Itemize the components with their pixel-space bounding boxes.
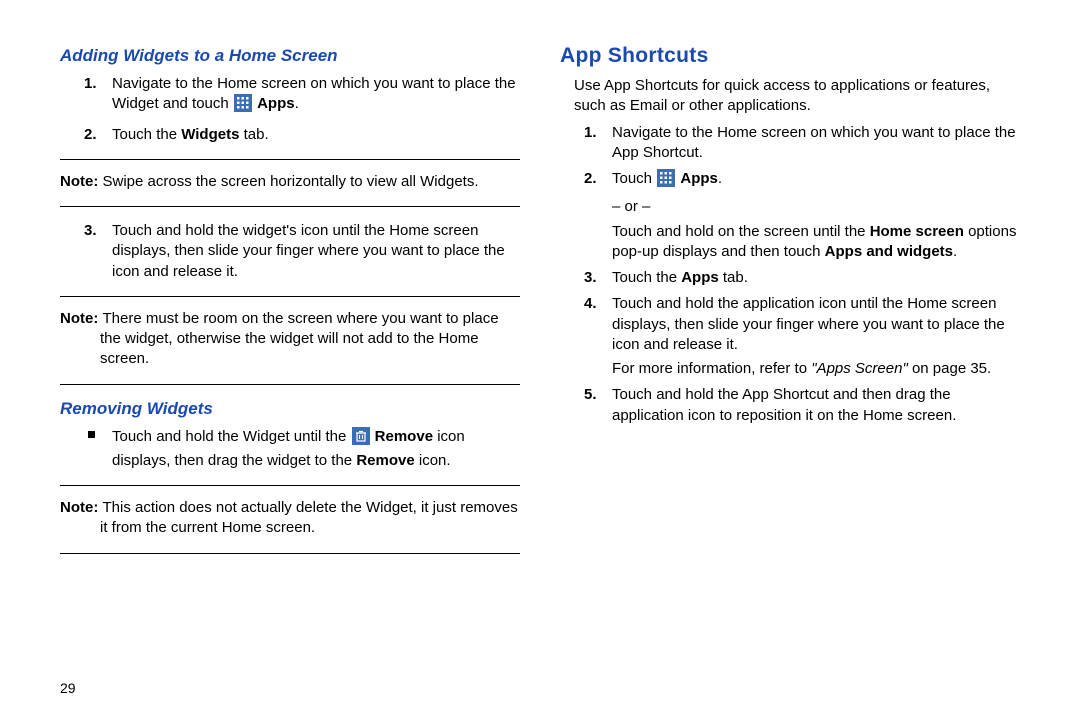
list-item: 2. Touch Apps. – or – Touch and hold on … bbox=[612, 169, 1020, 262]
step-number: 5. bbox=[584, 385, 597, 405]
trash-icon bbox=[352, 427, 370, 451]
step-text: Touch Apps. bbox=[612, 170, 722, 187]
app-shortcuts-steps: 1. Navigate to the Home screen on which … bbox=[560, 123, 1020, 426]
bullet-text: Touch and hold the Widget until the Remo… bbox=[112, 428, 465, 469]
step-text: Touch and hold the App Shortcut and then… bbox=[612, 386, 956, 423]
list-item: 5. Touch and hold the App Shortcut and t… bbox=[612, 385, 1020, 426]
manual-page: Adding Widgets to a Home Screen 1. Navig… bbox=[0, 0, 1080, 588]
step-text: Touch and hold the application icon unti… bbox=[612, 295, 1005, 353]
note-swipe: Note: Swipe across the screen horizontal… bbox=[60, 159, 520, 207]
heading-app-shortcuts: App Shortcuts bbox=[560, 44, 1020, 68]
list-item: Touch and hold the Widget until the Remo… bbox=[112, 427, 520, 472]
square-bullet-icon bbox=[88, 431, 95, 438]
apps-grid-icon bbox=[657, 169, 675, 193]
step-text: Touch the Apps tab. bbox=[612, 269, 748, 286]
step-number: 2. bbox=[84, 125, 97, 145]
step-text: Touch and hold the widget's icon until t… bbox=[112, 222, 505, 280]
step-number: 3. bbox=[84, 221, 97, 241]
removing-widgets-list: Touch and hold the Widget until the Remo… bbox=[60, 427, 520, 472]
step-text: Navigate to the Home screen on which you… bbox=[112, 75, 516, 112]
adding-widgets-steps: 1. Navigate to the Home screen on which … bbox=[60, 74, 520, 145]
note-no-delete: Note: This action does not actually dele… bbox=[60, 485, 520, 554]
list-item: 1. Navigate to the Home screen on which … bbox=[612, 123, 1020, 164]
heading-removing-widgets: Removing Widgets bbox=[60, 399, 520, 419]
left-column: Adding Widgets to a Home Screen 1. Navig… bbox=[60, 40, 520, 568]
list-item: 4. Touch and hold the application icon u… bbox=[612, 294, 1020, 379]
right-column: App Shortcuts Use App Shortcuts for quic… bbox=[560, 40, 1020, 568]
list-item: 1. Navigate to the Home screen on which … bbox=[112, 74, 520, 119]
intro-text: Use App Shortcuts for quick access to ap… bbox=[574, 76, 1020, 117]
or-separator: – or – bbox=[612, 197, 1020, 217]
page-number: 29 bbox=[60, 680, 76, 696]
list-item: 3. Touch the Apps tab. bbox=[612, 268, 1020, 288]
heading-adding-widgets: Adding Widgets to a Home Screen bbox=[60, 46, 520, 66]
step-number: 3. bbox=[584, 268, 597, 288]
list-item: 3. Touch and hold the widget's icon unti… bbox=[112, 221, 520, 282]
adding-widgets-steps-cont: 3. Touch and hold the widget's icon unti… bbox=[60, 221, 520, 282]
step-text: Navigate to the Home screen on which you… bbox=[612, 124, 1016, 161]
cross-reference: For more information, refer to "Apps Scr… bbox=[612, 359, 1020, 379]
step-number: 1. bbox=[84, 74, 97, 94]
step-number: 4. bbox=[584, 294, 597, 314]
list-item: 2. Touch the Widgets tab. bbox=[112, 125, 520, 145]
step-number: 2. bbox=[584, 169, 597, 189]
step-number: 1. bbox=[584, 123, 597, 143]
step-alt-text: Touch and hold on the screen until the H… bbox=[612, 222, 1020, 263]
apps-grid-icon bbox=[234, 94, 252, 118]
step-text: Touch the Widgets tab. bbox=[112, 126, 269, 143]
note-room: Note: There must be room on the screen w… bbox=[60, 296, 520, 385]
